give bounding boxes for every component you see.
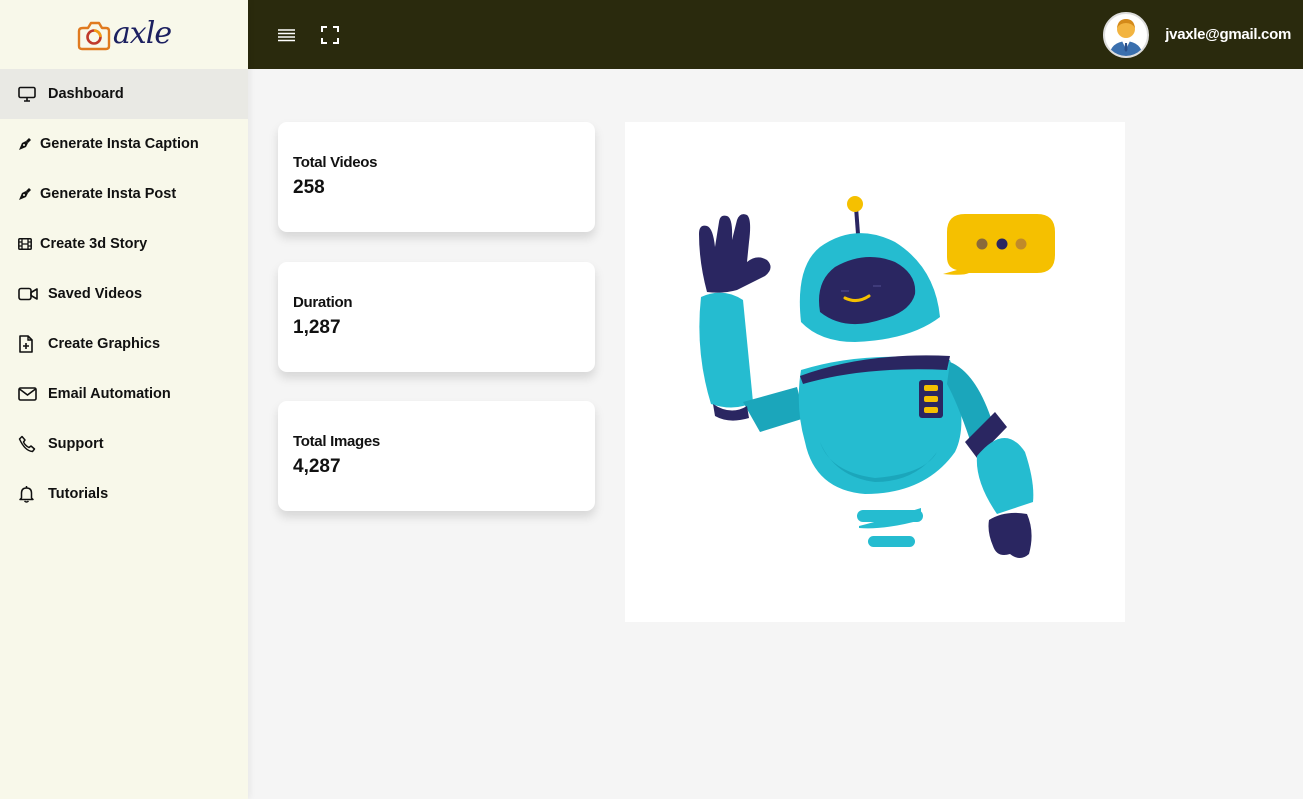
film-icon <box>18 235 34 253</box>
fullscreen-icon[interactable] <box>319 24 341 46</box>
sidebar-item-label: Create Graphics <box>48 336 161 352</box>
sidebar-item-support[interactable]: Support <box>0 419 248 469</box>
stat-value: 4,287 <box>293 456 341 477</box>
waving-robot-illustration <box>625 122 1125 622</box>
sidebar-item-create-graphics[interactable]: Create Graphics <box>0 319 248 369</box>
phone-icon <box>18 435 40 453</box>
brand-logo[interactable]: axle <box>0 0 248 69</box>
user-email: jvaxle@gmail.com <box>1165 26 1291 43</box>
stat-card-duration: Duration 1,287 <box>278 262 595 372</box>
stat-value: 1,287 <box>293 317 341 338</box>
video-camera-icon <box>18 285 40 303</box>
sidebar-item-label: Saved Videos <box>48 286 143 302</box>
envelope-icon <box>18 385 40 403</box>
sidebar-item-label: Tutorials <box>48 486 109 502</box>
sidebar-item-generate-insta-caption[interactable]: Generate Insta Caption <box>0 119 248 169</box>
sidebar-item-label: Support <box>48 436 104 452</box>
logo-text: axle <box>112 16 172 51</box>
sidebar-item-dashboard[interactable]: Dashboard <box>0 69 248 119</box>
sidebar-item-label: Email Automation <box>48 386 171 402</box>
stat-value: 258 <box>293 177 325 198</box>
stat-label: Total Images <box>293 433 380 450</box>
stat-card-total-videos: Total Videos 258 <box>278 122 595 232</box>
sidebar-item-label: Create 3d Story <box>40 236 148 252</box>
stat-card-total-images: Total Images 4,287 <box>278 401 595 511</box>
sidebar: axle Dashboard Generate Insta Caption Ge… <box>0 0 248 799</box>
camera-logo-icon <box>77 21 111 50</box>
sidebar-item-create-3d-story[interactable]: Create 3d Story <box>0 219 248 269</box>
sidebar-nav: Dashboard Generate Insta Caption Generat… <box>0 69 248 519</box>
sidebar-item-tutorials[interactable]: Tutorials <box>0 469 248 519</box>
user-menu[interactable]: jvaxle@gmail.com <box>1103 11 1291 58</box>
top-bar: jvaxle@gmail.com <box>248 0 1303 69</box>
sidebar-item-saved-videos[interactable]: Saved Videos <box>0 269 248 319</box>
file-plus-icon <box>18 335 40 353</box>
monitor-icon <box>18 85 40 103</box>
hamburger-menu-icon[interactable] <box>275 24 297 46</box>
user-avatar-icon <box>1109 18 1144 56</box>
sidebar-item-label: Dashboard <box>48 86 124 102</box>
stat-label: Total Videos <box>293 154 378 171</box>
bell-icon <box>18 485 40 503</box>
sidebar-item-email-automation[interactable]: Email Automation <box>0 369 248 419</box>
sidebar-item-label: Generate Insta Post <box>40 186 177 202</box>
pen-nib-icon <box>18 185 34 203</box>
stat-label: Duration <box>293 294 353 311</box>
pen-nib-icon <box>18 135 34 153</box>
sidebar-item-label: Generate Insta Caption <box>40 136 199 152</box>
sidebar-item-generate-insta-post[interactable]: Generate Insta Post <box>0 169 248 219</box>
avatar[interactable] <box>1103 11 1150 58</box>
